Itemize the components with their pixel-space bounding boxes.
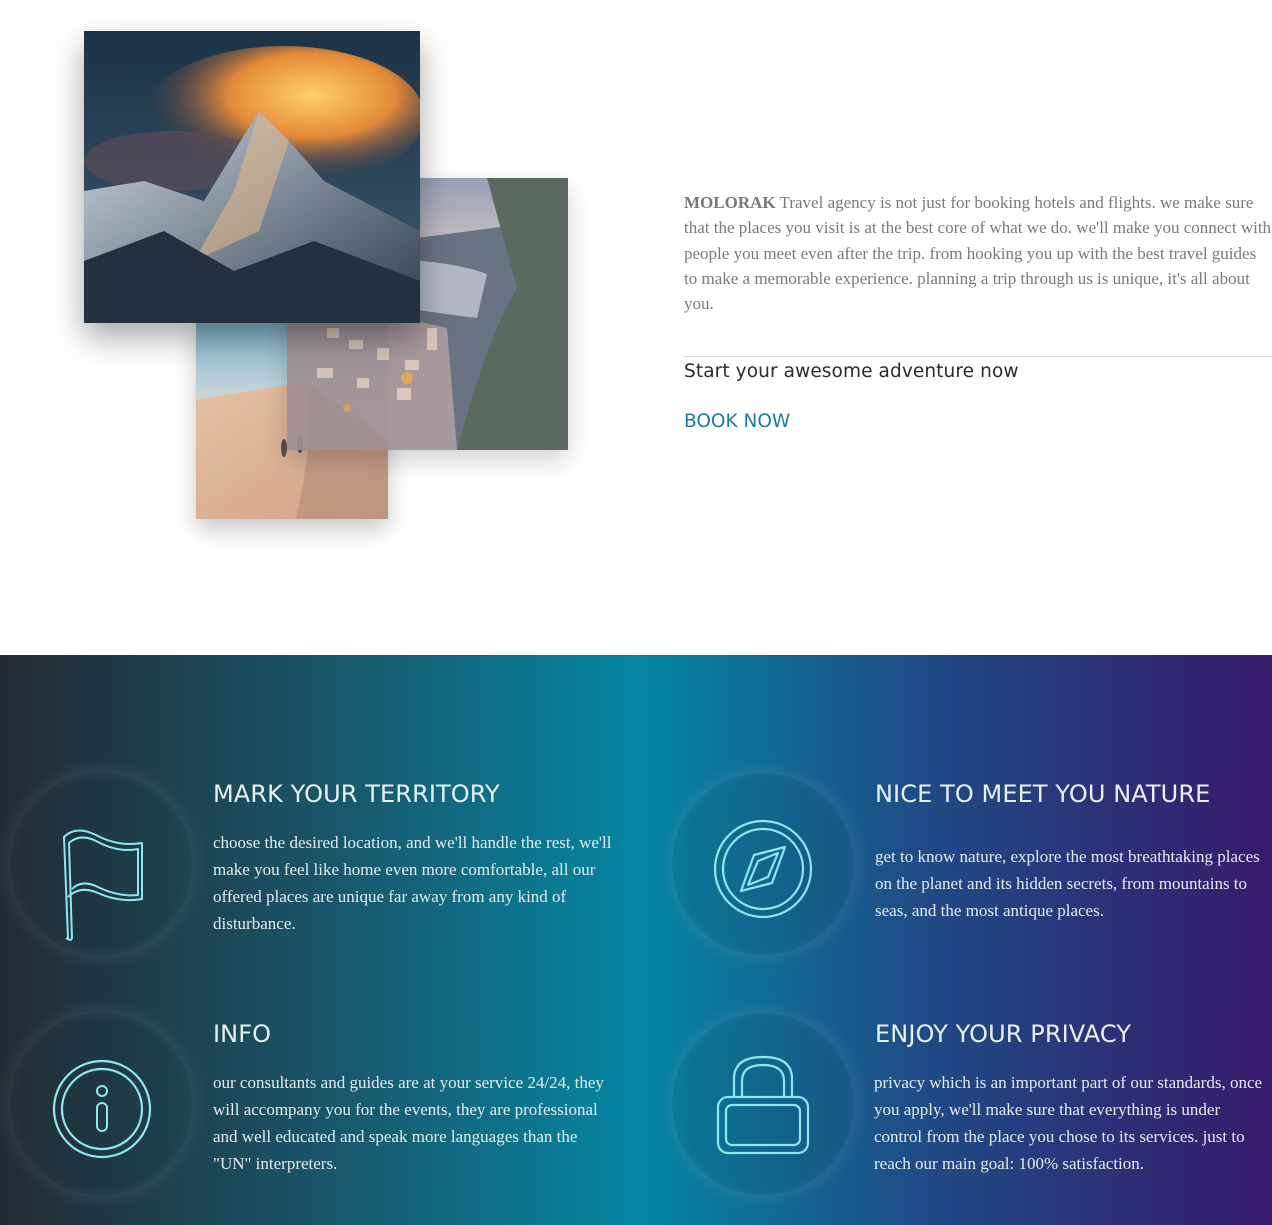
feature-lock-circle bbox=[672, 1013, 854, 1195]
divider bbox=[683, 356, 1272, 357]
mountain-photo bbox=[84, 31, 420, 323]
flag-icon bbox=[63, 829, 143, 941]
feature-title-territory: MARK YOUR TERRITORY bbox=[213, 780, 500, 808]
about-section: MOLORAK Travel agency is not just for bo… bbox=[0, 0, 1272, 655]
brand-name: MOLORAK bbox=[684, 193, 776, 212]
feature-info-circle bbox=[10, 1013, 192, 1195]
feature-flag-circle bbox=[10, 773, 192, 955]
feature-compass-circle bbox=[672, 773, 854, 955]
book-now-link[interactable]: BOOK NOW bbox=[684, 411, 790, 432]
adventure-tagline: Start your awesome adventure now bbox=[684, 361, 1019, 382]
feature-text-territory: choose the desired location, and we'll h… bbox=[213, 833, 612, 933]
feature-title-info: INFO bbox=[213, 1020, 272, 1048]
features-section: MARK YOUR TERRITORY choose the desired l… bbox=[0, 655, 1272, 1225]
feature-text-info: our consultants and guides are at your s… bbox=[213, 1073, 604, 1173]
lock-icon bbox=[716, 1055, 810, 1155]
feature-title-privacy: ENJOY YOUR PRIVACY bbox=[875, 1020, 1132, 1048]
feature-text-nature: get to know nature, explore the most bre… bbox=[875, 847, 1260, 920]
feature-title-nature: NICE TO MEET YOU NATURE bbox=[875, 780, 1211, 808]
feature-text-privacy: privacy which is an important part of ou… bbox=[874, 1073, 1263, 1173]
compass-icon bbox=[713, 819, 813, 919]
info-icon bbox=[52, 1059, 152, 1159]
about-description: MOLORAK Travel agency is not just for bo… bbox=[684, 190, 1272, 316]
